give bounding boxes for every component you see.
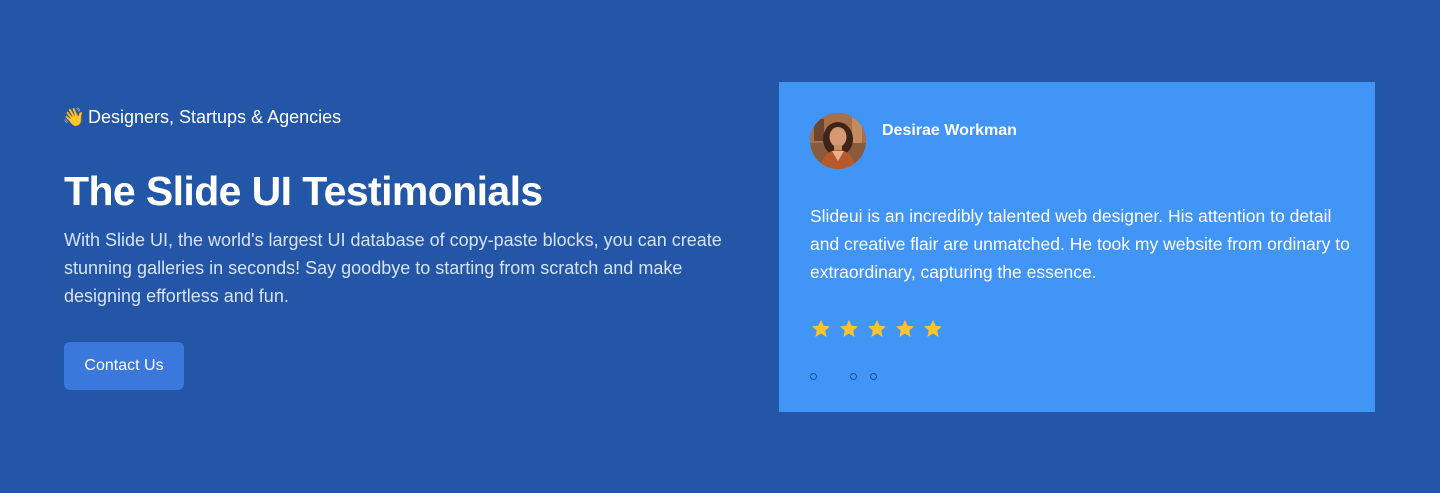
testimonial-author: Desirae Workman bbox=[810, 113, 1017, 169]
waving-hand-icon: 👋 bbox=[62, 107, 86, 127]
slider-pagination bbox=[810, 373, 890, 383]
star-icon bbox=[924, 320, 942, 337]
eyebrow-text: Designers, Startups & Agencies bbox=[88, 107, 342, 127]
star-icon bbox=[868, 320, 886, 337]
star-rating bbox=[810, 318, 944, 340]
hero-content: 👋 Designers, Startups & Agencies The Sli… bbox=[62, 104, 744, 390]
slide-dot-3[interactable] bbox=[870, 373, 877, 380]
slide-dot-2[interactable] bbox=[850, 373, 857, 380]
testimonials-section: 👋 Designers, Startups & Agencies The Sli… bbox=[0, 0, 1440, 493]
avatar bbox=[810, 113, 866, 169]
star-icon bbox=[896, 320, 914, 337]
eyebrow: 👋 Designers, Startups & Agencies bbox=[62, 104, 744, 130]
testimonial-card: Desirae Workman Slideui is an incredibly… bbox=[779, 82, 1375, 412]
testimonial-quote: Slideui is an incredibly talented web de… bbox=[810, 206, 1350, 282]
page-title: The Slide UI Testimonials bbox=[64, 168, 543, 214]
author-name: Desirae Workman bbox=[882, 122, 1017, 139]
slide-dot-1[interactable] bbox=[810, 373, 817, 380]
hero-description: With Slide UI, the world's largest UI da… bbox=[64, 230, 722, 306]
star-icon bbox=[840, 320, 858, 337]
star-icon bbox=[812, 320, 830, 337]
contact-us-button[interactable]: Contact Us bbox=[64, 342, 184, 390]
